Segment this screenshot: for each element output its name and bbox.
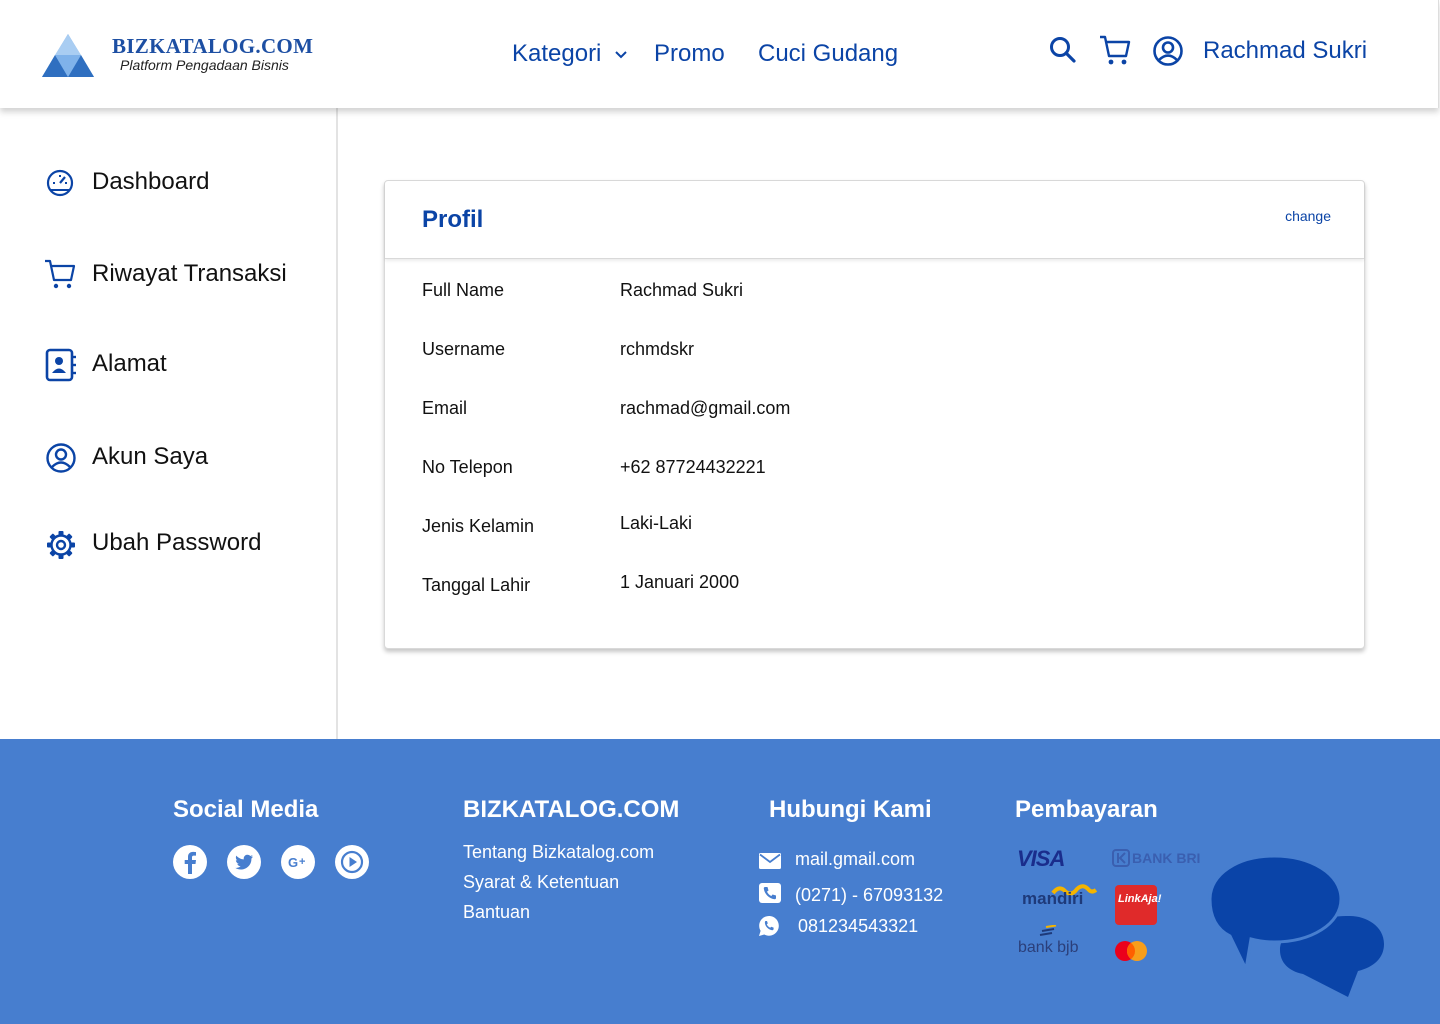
linkaja-text: LinkAja!	[1118, 893, 1162, 905]
nav-cuci-gudang[interactable]: Cuci Gudang	[758, 40, 898, 68]
chat-bubbles-icon[interactable]	[1208, 854, 1388, 1000]
mastercard-logo	[1115, 941, 1147, 961]
bank-bri-logo: BANK BRI	[1112, 849, 1200, 867]
social-media-heading: Social Media	[173, 796, 319, 823]
logo-triangle-icon	[42, 34, 94, 77]
sidebar-item-label: Akun Saya	[92, 443, 209, 470]
twitter-icon[interactable]	[227, 845, 261, 879]
footer: Social Media G + BIZKATALOG.COM Tentang …	[0, 739, 1440, 1024]
profile-card: Profil change Full Name Rachmad Sukri Us…	[384, 180, 1365, 649]
payment-heading: Pembayaran	[1015, 796, 1158, 823]
svg-text:G: G	[288, 855, 298, 870]
cart-icon[interactable]	[1098, 34, 1132, 68]
visa-logo: VISA	[1017, 846, 1065, 871]
syarat-ketentuan-link[interactable]: Syarat & Ketentuan	[463, 872, 619, 893]
header-user-name[interactable]: Rachmad Sukri	[1203, 37, 1367, 65]
speedometer-icon	[46, 169, 74, 197]
profile-card-header: Profil change	[385, 181, 1364, 259]
bank-bri-text: BANK BRI	[1132, 850, 1201, 866]
birth-date-label: Tanggal Lahir	[422, 575, 531, 595]
svg-text:+: +	[299, 856, 305, 868]
bri-mark-icon	[1112, 849, 1130, 867]
user-circle-icon[interactable]	[1152, 35, 1184, 67]
tentang-link[interactable]: Tentang Bizkatalog.com	[463, 842, 654, 863]
username-value: rchmdskr	[620, 339, 695, 359]
email-label: Email	[422, 398, 468, 418]
sidebar-item-label: Riwayat Transaksi	[92, 260, 287, 287]
phone-value: +62 87724432221	[620, 457, 766, 477]
top-header: BIZKATALOG.COM Platform Pengadaan Bisnis…	[0, 0, 1439, 108]
contact-phone[interactable]: (0271) - 67093132	[795, 885, 943, 906]
contact-email[interactable]: mail.gmail.com	[795, 849, 915, 870]
nav-kategori-label: Kategori	[512, 40, 602, 67]
contact-heading: Hubungi Kami	[769, 796, 932, 823]
brand-logo[interactable]: BIZKATALOG.COM Platform Pengadaan Bisnis	[40, 32, 330, 82]
user-circle-icon	[46, 443, 76, 473]
cart-icon	[45, 259, 76, 289]
gender-value: Laki-Laki	[620, 513, 693, 533]
linkaja-logo: LinkAja!	[1115, 885, 1162, 925]
mandiri-logo: mandiri	[1022, 889, 1084, 908]
phone-icon	[759, 883, 781, 903]
profile-title: Profil	[422, 206, 484, 233]
sidebar-item-label: Ubah Password	[92, 529, 262, 556]
contact-whatsapp[interactable]: 081234543321	[798, 916, 918, 937]
nav-kategori[interactable]: Kategori	[512, 40, 628, 68]
bjb-mark-icon	[1039, 925, 1057, 936]
search-icon[interactable]	[1048, 35, 1078, 65]
chevron-down-icon	[615, 50, 627, 59]
bantuan-link[interactable]: Bantuan	[463, 902, 530, 923]
sidebar: Dashboard Riwayat Transaksi Alamat Akun …	[0, 108, 338, 739]
full-name-label: Full Name	[422, 280, 505, 300]
bank-bjb-logo: bank bjb	[1018, 939, 1079, 956]
mail-icon	[759, 853, 781, 869]
play-icon[interactable]	[335, 845, 369, 879]
whatsapp-icon	[759, 916, 779, 936]
nav-promo[interactable]: Promo	[654, 40, 725, 68]
facebook-icon[interactable]	[173, 845, 207, 879]
about-heading: BIZKATALOG.COM	[463, 796, 680, 823]
gear-icon	[47, 531, 75, 559]
brand-name: BIZKATALOG.COM	[112, 34, 314, 58]
brand-tagline: Platform Pengadaan Bisnis	[120, 57, 289, 73]
sidebar-item-label: Alamat	[92, 350, 167, 377]
change-profile-link[interactable]: change	[1285, 208, 1331, 224]
address-book-icon	[45, 348, 76, 382]
full-name-value: Rachmad Sukri	[620, 280, 744, 300]
sidebar-item-label: Dashboard	[92, 168, 210, 195]
google-plus-icon[interactable]: G +	[281, 845, 315, 879]
username-label: Username	[422, 339, 506, 359]
email-value: rachmad@gmail.com	[620, 398, 791, 418]
phone-label: No Telepon	[422, 457, 513, 477]
gender-label: Jenis Kelamin	[422, 516, 535, 536]
birth-date-value: 1 Januari 2000	[620, 572, 740, 592]
